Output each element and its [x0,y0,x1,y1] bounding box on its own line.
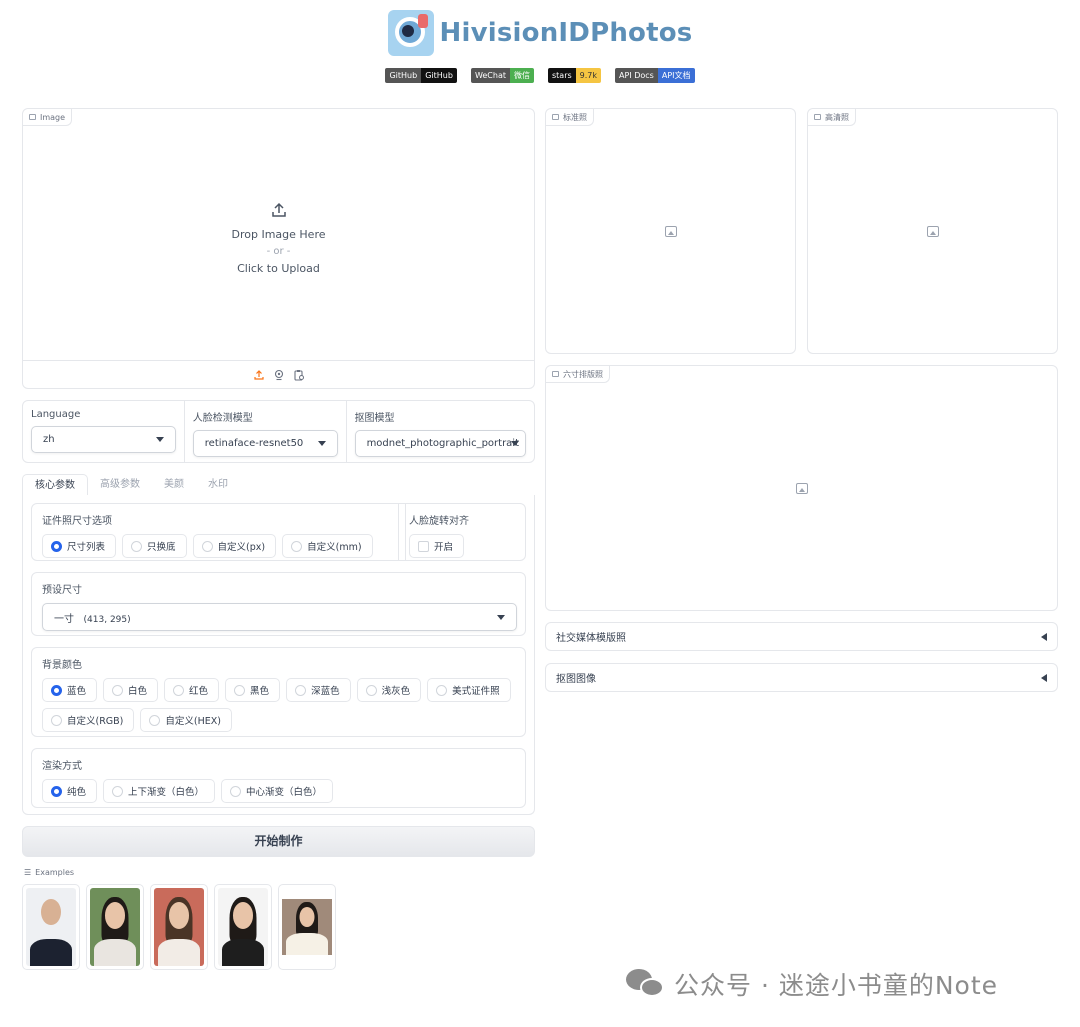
radio-render-solid[interactable]: 纯色 [42,779,98,803]
render-mode-group: 渲染方式 纯色 上下渐变（白色） 中心渐变（白色） [31,748,526,808]
matting-model-label: 抠图模型 [354,413,395,424]
size-options-label: 证件照尺寸选项 [42,516,112,527]
clipboard-icon[interactable] [293,369,305,381]
face-model-select[interactable]: retinaface-resnet50 [192,430,338,457]
chevron-down-icon [497,614,505,620]
drop-text: Drop Image Here [231,228,326,241]
preset-size-label: 预设尺寸 [42,585,82,596]
size-options-radios: 尺寸列表 只换底 自定义(px) 自定义(mm) [42,534,397,558]
radio-bg-us-id[interactable]: 美式证件照 [427,678,511,702]
image-tag-icon [29,114,36,120]
preset-size-group: 预设尺寸 一寸 (413, 295) [31,572,526,636]
render-mode-radios: 纯色 上下渐变（白色） 中心渐变（白色） [42,779,517,803]
example-thumbnail-2[interactable] [86,884,144,970]
size-options-group: 证件照尺寸选项 尺寸列表 只换底 自定义(px) 自定义(mm) [31,503,406,561]
webcam-icon[interactable] [273,369,285,381]
bg-color-radios: 蓝色 白色 红色 黑色 深蓝色 浅灰色 美式证件照 自定义(RGB) 自定义(H… [42,678,517,732]
examples-label: ☰ Examples [24,868,75,877]
standard-photo-output: 标准照 [545,108,796,354]
image-placeholder-icon [664,225,677,237]
upload-icon[interactable] [253,369,265,381]
radio-custom-px[interactable]: 自定义(px) [192,534,277,558]
preset-size-select[interactable]: 一寸 (413, 295) [42,603,517,631]
title-row: HivisionIDPhotos [0,8,1080,58]
image-upload-dropzone[interactable]: Image Drop Image Here - or - Click to Up… [22,108,535,389]
face-align-group: 人脸旋转对齐 开启 [398,503,526,561]
language-select[interactable]: zh [31,426,176,453]
tab-advanced-params[interactable]: 高级参数 [88,474,152,495]
radio-size-list[interactable]: 尺寸列表 [42,534,117,558]
upload-source-toolbar [23,360,534,388]
standard-photo-tag: 标准照 [546,109,594,126]
app-header: HivisionIDPhotos GitHub GitHub WeChat 微信 s… [0,8,1080,83]
hd-photo-tag: 高清照 [808,109,856,126]
list-icon: ☰ [24,868,32,877]
badge-github[interactable]: GitHub GitHub [385,68,457,83]
radio-bg-dark-blue[interactable]: 深蓝色 [286,678,351,702]
render-mode-label: 渲染方式 [42,761,82,772]
example-thumbnail-3[interactable] [150,884,208,970]
collapse-arrow-icon [1041,632,1047,641]
app-title: HivisionIDPhotos [439,18,693,48]
language-cell: Language zh [23,401,185,462]
social-media-template-accordion[interactable]: 社交媒体模版照 [545,622,1058,651]
face-model-label: 人脸检测模型 [192,413,253,424]
layout-photo-output: 六寸排版照 [545,365,1058,611]
bg-color-group: 背景颜色 蓝色 白色 红色 黑色 深蓝色 浅灰色 美式证件照 自定义(RGB) … [31,647,526,737]
image-tag: Image [23,109,73,126]
chevron-down-icon [511,441,520,446]
tab-core-params[interactable]: 核心参数 [22,474,88,496]
radio-custom-mm[interactable]: 自定义(mm) [282,534,373,558]
radio-bg-red[interactable]: 红色 [164,678,220,702]
chevron-down-icon [155,437,164,442]
start-button[interactable]: 开始制作 [22,826,535,857]
badge-wechat[interactable]: WeChat 微信 [470,68,534,83]
settings-tabs: 核心参数 高级参数 美颜 水印 [22,474,535,496]
model-settings-row: Language zh 人脸检测模型 retinaface-resnet50 抠… [22,400,535,463]
tab-beauty[interactable]: 美颜 [152,474,196,495]
example-thumbnail-5[interactable] [278,884,336,970]
radio-bg-custom-hex[interactable]: 自定义(HEX) [140,708,232,732]
bg-color-label: 背景颜色 [42,660,82,671]
example-thumbnail-1[interactable] [22,884,80,970]
radio-bg-black[interactable]: 黑色 [225,678,281,702]
matting-model-cell: 抠图模型 modnet_photographic_portrait [347,401,534,462]
face-align-label: 人脸旋转对齐 [409,516,469,527]
image-placeholder-icon [795,482,808,494]
or-text: - or - [266,246,291,257]
collapse-arrow-icon [1041,673,1047,682]
watermark: 公众号 · 迷途小书童的Note [626,966,998,1002]
tab-watermark[interactable]: 水印 [196,474,240,495]
app-logo [387,10,434,56]
chevron-down-icon [317,441,326,446]
layout-photo-tag: 六寸排版照 [546,366,610,383]
matting-image-accordion[interactable]: 抠图图像 [545,663,1058,692]
click-upload-text: Click to Upload [237,262,320,275]
face-model-cell: 人脸检测模型 retinaface-resnet50 [185,401,347,462]
badge-row: GitHub GitHub WeChat 微信 stars 9.7k API Docs… [0,68,1080,83]
upload-prompt: Drop Image Here - or - Click to Upload [23,201,534,277]
badge-api-docs[interactable]: API Docs API文档 [615,68,695,83]
radio-bg-light-gray[interactable]: 浅灰色 [356,678,422,702]
radio-bg-blue[interactable]: 蓝色 [42,678,98,702]
example-thumbnail-4[interactable] [214,884,272,970]
watermark-text: 公众号 · 迷途小书童的Note [674,971,999,1000]
examples-gallery [22,884,336,970]
core-params-panel: 证件照尺寸选项 尺寸列表 只换底 自定义(px) 自定义(mm) 人脸旋转对齐 … [22,495,535,815]
radio-render-center-gradient[interactable]: 中心渐变（白色） [221,779,334,803]
image-placeholder-icon [926,225,939,237]
radio-change-bg-only[interactable]: 只换底 [122,534,187,558]
language-label: Language [31,409,81,420]
radio-render-vertical-gradient[interactable]: 上下渐变（白色） [103,779,216,803]
badge-stars[interactable]: stars 9.7k [548,68,602,83]
matting-model-select[interactable]: modnet_photographic_portrait [354,430,527,457]
wechat-icon [626,967,666,1001]
hd-photo-output: 高清照 [807,108,1058,354]
face-align-checkbox[interactable]: 开启 [409,534,465,558]
radio-bg-custom-rgb[interactable]: 自定义(RGB) [42,708,135,732]
radio-bg-white[interactable]: 白色 [103,678,159,702]
upload-arrow-icon [271,202,286,217]
